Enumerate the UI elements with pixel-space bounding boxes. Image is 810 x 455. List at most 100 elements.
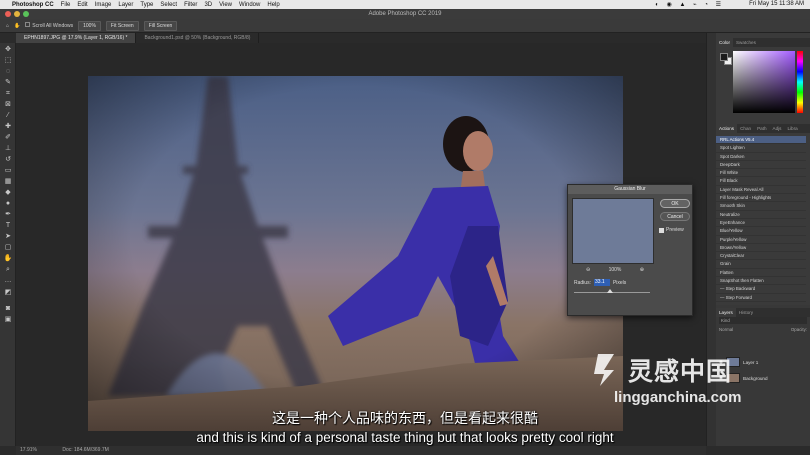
action-item[interactable]: — Step Forward (716, 294, 806, 302)
lasso-tool-icon[interactable]: ◌ (3, 68, 13, 76)
healing-tool-icon[interactable]: ✚ (3, 123, 13, 131)
document-image[interactable] (88, 76, 623, 431)
menu-filter[interactable]: Filter (184, 2, 197, 8)
action-item[interactable]: Grain (716, 260, 806, 269)
history-brush-tool-icon[interactable]: ↺ (3, 156, 13, 164)
menu-window[interactable]: Window (239, 2, 260, 8)
color-picker-field[interactable] (733, 51, 795, 113)
hand-tool-icon[interactable]: ✋ (3, 255, 13, 263)
more-tools-icon[interactable]: … (3, 277, 13, 285)
color-swatches-icon[interactable]: ◩ (3, 289, 13, 297)
menu-image[interactable]: Image (95, 2, 112, 8)
tab-ephn1897[interactable]: EPHN1897.JPG @ 17.9% (Layer 1, RGB/16) * (16, 33, 137, 43)
action-item[interactable]: Purple/Yellow (716, 236, 806, 244)
tab-libraries[interactable]: Libra (784, 124, 800, 133)
action-item[interactable]: SnapShot then Flatten (716, 277, 806, 286)
tab-history[interactable]: History (736, 308, 756, 317)
radius-label: Radius: (574, 279, 591, 286)
action-item[interactable]: Fill foreground - Highlights (716, 194, 806, 203)
move-tool-icon[interactable]: ✥ (3, 46, 13, 54)
tab-layers[interactable]: Layers (716, 308, 736, 317)
tab-channels[interactable]: Chan (737, 124, 754, 133)
zoom-100-button[interactable]: 100% (78, 20, 101, 31)
tab-color[interactable]: Color (716, 38, 733, 47)
preview-checkbox[interactable]: Preview (659, 227, 684, 233)
scroll-all-windows-checkbox[interactable]: Scroll All Windows (25, 22, 73, 29)
action-item[interactable]: Smooth Skin (716, 202, 806, 211)
action-item[interactable]: DeepDark (716, 161, 806, 170)
action-item[interactable]: Blue/Yellow (716, 227, 806, 236)
photoshop-window: Photoshop CC File Edit Image Layer Type … (0, 0, 810, 455)
status-zoom[interactable]: 17.91% (20, 447, 37, 453)
screen-mode-icon[interactable]: ▣ (3, 316, 13, 324)
dodge-tool-icon[interactable]: ● (3, 200, 13, 208)
ok-button[interactable]: OK (660, 199, 690, 208)
fill-screen-button[interactable]: Fill Screen (143, 20, 178, 31)
fit-screen-button[interactable]: Fit Screen (105, 20, 139, 31)
path-select-tool-icon[interactable]: ➤ (3, 233, 13, 241)
zoom-tool-icon[interactable]: ⌕ (3, 266, 13, 274)
zoom-out-icon[interactable]: ⊖ (586, 267, 590, 273)
menu-view[interactable]: View (219, 2, 232, 8)
close-window-icon[interactable] (5, 11, 11, 17)
home-icon[interactable]: ⌂ (6, 23, 9, 29)
blur-tool-icon[interactable]: ◆ (3, 189, 13, 197)
action-item[interactable]: EyeEnhance (716, 219, 806, 228)
type-tool-icon[interactable]: T (3, 222, 13, 230)
action-item[interactable]: CrystalClear (716, 252, 806, 261)
quick-select-tool-icon[interactable]: ✎ (3, 79, 13, 87)
menu-layer[interactable]: Layer (118, 2, 133, 8)
zoom-window-icon[interactable] (23, 11, 29, 17)
status-icons[interactable]: ◐ ◉ ▲ ⌁ ◔ ☰ (655, 1, 724, 8)
gradient-tool-icon[interactable]: ▦ (3, 178, 13, 186)
hand-tool-preset-icon[interactable]: ✋ (14, 23, 20, 29)
frame-tool-icon[interactable]: ⊠ (3, 101, 13, 109)
blend-mode-select[interactable]: Normal (719, 327, 733, 334)
menu-help[interactable]: Help (267, 2, 279, 8)
action-item[interactable]: Layer Mask Reveal All (716, 186, 806, 195)
action-item[interactable]: Brown/Yellow (716, 244, 806, 253)
tab-actions[interactable]: Actions (716, 124, 738, 133)
marquee-tool-icon[interactable]: ⬚ (3, 57, 13, 65)
action-item[interactable]: Fill White (716, 169, 806, 178)
action-item[interactable]: Flatten (716, 269, 806, 278)
eraser-tool-icon[interactable]: ▭ (3, 167, 13, 175)
opacity-label[interactable]: Opacity: (791, 327, 807, 334)
crop-tool-icon[interactable]: ⌗ (3, 90, 13, 98)
minimize-window-icon[interactable] (14, 11, 20, 17)
action-item[interactable]: Neutralize (716, 211, 806, 219)
status-doc-info[interactable]: Doc: 184.6M/369.7M (62, 447, 108, 453)
menu-file[interactable]: File (61, 2, 71, 8)
options-bar: ⌂ ✋ Scroll All Windows 100% Fit Screen F… (0, 19, 810, 33)
zoom-in-icon[interactable]: ⊕ (640, 267, 644, 273)
pen-tool-icon[interactable]: ✒ (3, 211, 13, 219)
menu-3d[interactable]: 3D (204, 2, 212, 8)
gaussian-blur-dialog[interactable]: Gaussian Blur OK Cancel Preview ⊖ 100% ⊕… (567, 184, 693, 316)
radius-slider-thumb[interactable] (607, 289, 614, 293)
rectangle-tool-icon[interactable]: ▢ (3, 244, 13, 252)
foreground-color-swatch[interactable] (720, 53, 728, 61)
menu-app-name[interactable]: Photoshop CC (12, 2, 54, 8)
action-item[interactable]: Spot Lighten (716, 144, 806, 153)
cancel-button[interactable]: Cancel (660, 212, 690, 221)
action-item[interactable]: RRL Actions V5.4 (716, 136, 806, 145)
clone-stamp-tool-icon[interactable]: ⊥ (3, 145, 13, 153)
tab-background1[interactable]: Background1.psd @ 50% (Background, RGB/8… (136, 33, 260, 43)
quick-mask-icon[interactable]: ◙ (3, 305, 13, 313)
tab-swatches[interactable]: Swatches (733, 38, 759, 47)
action-item[interactable]: — Step Backward (716, 285, 806, 294)
tab-paths[interactable]: Path (754, 124, 769, 133)
eyedropper-tool-icon[interactable]: ⁄ (3, 112, 13, 120)
layer-filter-input[interactable]: Kind (719, 317, 807, 324)
tab-adjustments[interactable]: Adjs (770, 124, 785, 133)
radius-input[interactable]: 33.1 (593, 279, 610, 286)
menu-select[interactable]: Select (160, 2, 177, 8)
menu-edit[interactable]: Edit (77, 2, 87, 8)
action-item[interactable]: Spot Darken (716, 153, 806, 161)
brush-tool-icon[interactable]: ✐ (3, 134, 13, 142)
hue-slider[interactable] (797, 51, 803, 113)
action-item[interactable]: Fill Black (716, 177, 806, 186)
blur-preview[interactable] (572, 198, 654, 264)
menu-type[interactable]: Type (140, 2, 153, 8)
scroll-all-label: Scroll All Windows (32, 23, 74, 29)
